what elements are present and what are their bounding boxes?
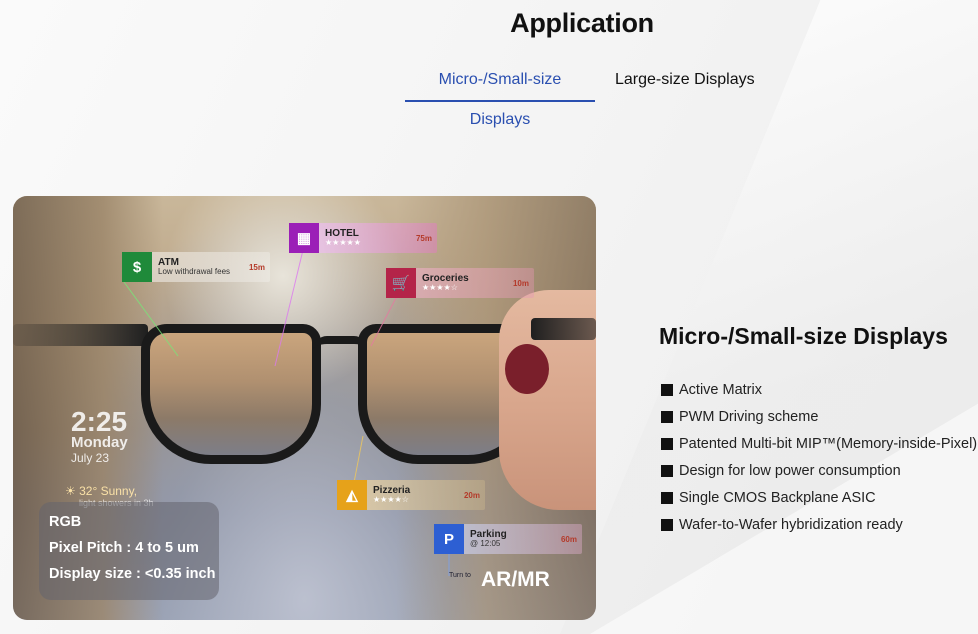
ar-tag-rating: ★★★★★ xyxy=(325,238,361,248)
dollar-icon: $ xyxy=(122,252,152,282)
page-title: Application xyxy=(510,8,654,38)
bullet-square-icon xyxy=(661,383,673,396)
feature-text: PWM Driving scheme xyxy=(679,408,819,425)
ar-tag-rating: ★★★★☆ xyxy=(373,495,409,505)
feature-item: Wafer-to-Wafer hybridization ready xyxy=(661,511,977,538)
ar-tag-rating: ★★★★☆ xyxy=(422,283,458,293)
feature-text: Single CMOS Backplane ASIC xyxy=(679,489,876,506)
ar-tag-distance: 10m xyxy=(512,278,529,288)
feature-text: Wafer-to-Wafer hybridization ready xyxy=(679,516,903,533)
feature-text: Active Matrix xyxy=(679,381,762,398)
tab-micro-small-displays[interactable]: Micro-/Small-size Displays xyxy=(405,60,595,128)
feature-item: Active Matrix xyxy=(661,376,977,403)
section-title: Micro-/Small-size Displays xyxy=(659,323,948,349)
spec-line: Pixel Pitch : 4 to 5 um xyxy=(49,540,199,556)
ar-tag-groceries: 🛒 Groceries ★★★★☆ 10m xyxy=(386,268,534,298)
ar-tag-distance: 20m xyxy=(463,490,480,500)
weather-text: ☀ 32° Sunny, xyxy=(65,484,138,498)
tab-large-displays[interactable]: Large-size Displays xyxy=(605,60,765,102)
bullet-square-icon xyxy=(661,518,673,531)
spec-overlay: RGB Pixel Pitch : 4 to 5 um Display size… xyxy=(39,502,219,600)
bullet-square-icon xyxy=(661,437,673,450)
ar-tag-distance: 75m xyxy=(415,233,432,243)
bullet-square-icon xyxy=(661,464,673,477)
feature-item: Patented Multi-bit MIP™(Memory-inside-Pi… xyxy=(661,430,977,457)
clock-widget: 2:25 Monday July 23 xyxy=(71,406,128,465)
ar-tag-pizzeria: ◭ Pizzeria ★★★★☆ 20m xyxy=(337,480,485,510)
feature-item: Design for low power consumption xyxy=(661,457,977,484)
ar-tag-sub: Low withdrawal fees xyxy=(158,267,231,277)
bullet-square-icon xyxy=(661,410,673,423)
parking-icon: P xyxy=(434,524,464,554)
clock-day: Monday xyxy=(71,434,128,451)
tab-bar: Micro-/Small-size Displays Large-size Di… xyxy=(405,60,765,128)
ar-tag-hotel: ▦ HOTEL ★★★★★ 75m xyxy=(289,223,437,253)
ar-tag-parking: P Parking @ 12:05 60m xyxy=(434,524,582,554)
ar-tag-sub: @ 12:05 xyxy=(470,539,501,549)
bullet-square-icon xyxy=(661,491,673,504)
feature-list: Active Matrix PWM Driving scheme Patente… xyxy=(661,376,977,538)
ar-tag-atm: $ ATM Low withdrawal fees 15m xyxy=(122,252,270,282)
spec-line: RGB xyxy=(49,514,82,530)
feature-item: Single CMOS Backplane ASIC xyxy=(661,484,977,511)
feature-text: Design for low power consumption xyxy=(679,462,901,479)
clock-date: July 23 xyxy=(71,451,110,465)
spec-line: Display size : <0.35 inch xyxy=(49,566,216,582)
turn-hint: Turn to xyxy=(449,572,471,579)
feature-text: Patented Multi-bit MIP™(Memory-inside-Pi… xyxy=(679,435,978,452)
ar-glasses-image: $ ATM Low withdrawal fees 15m ▦ HOTEL ★★… xyxy=(13,196,596,620)
building-icon: ▦ xyxy=(289,223,319,253)
pizza-icon: ◭ xyxy=(337,480,367,510)
feature-item: PWM Driving scheme xyxy=(661,403,977,430)
cart-icon: 🛒 xyxy=(386,268,416,298)
ar-tag-distance: 60m xyxy=(560,534,577,544)
ar-tag-distance: 15m xyxy=(248,262,265,272)
ar-mr-label: AR/MR xyxy=(481,568,550,591)
